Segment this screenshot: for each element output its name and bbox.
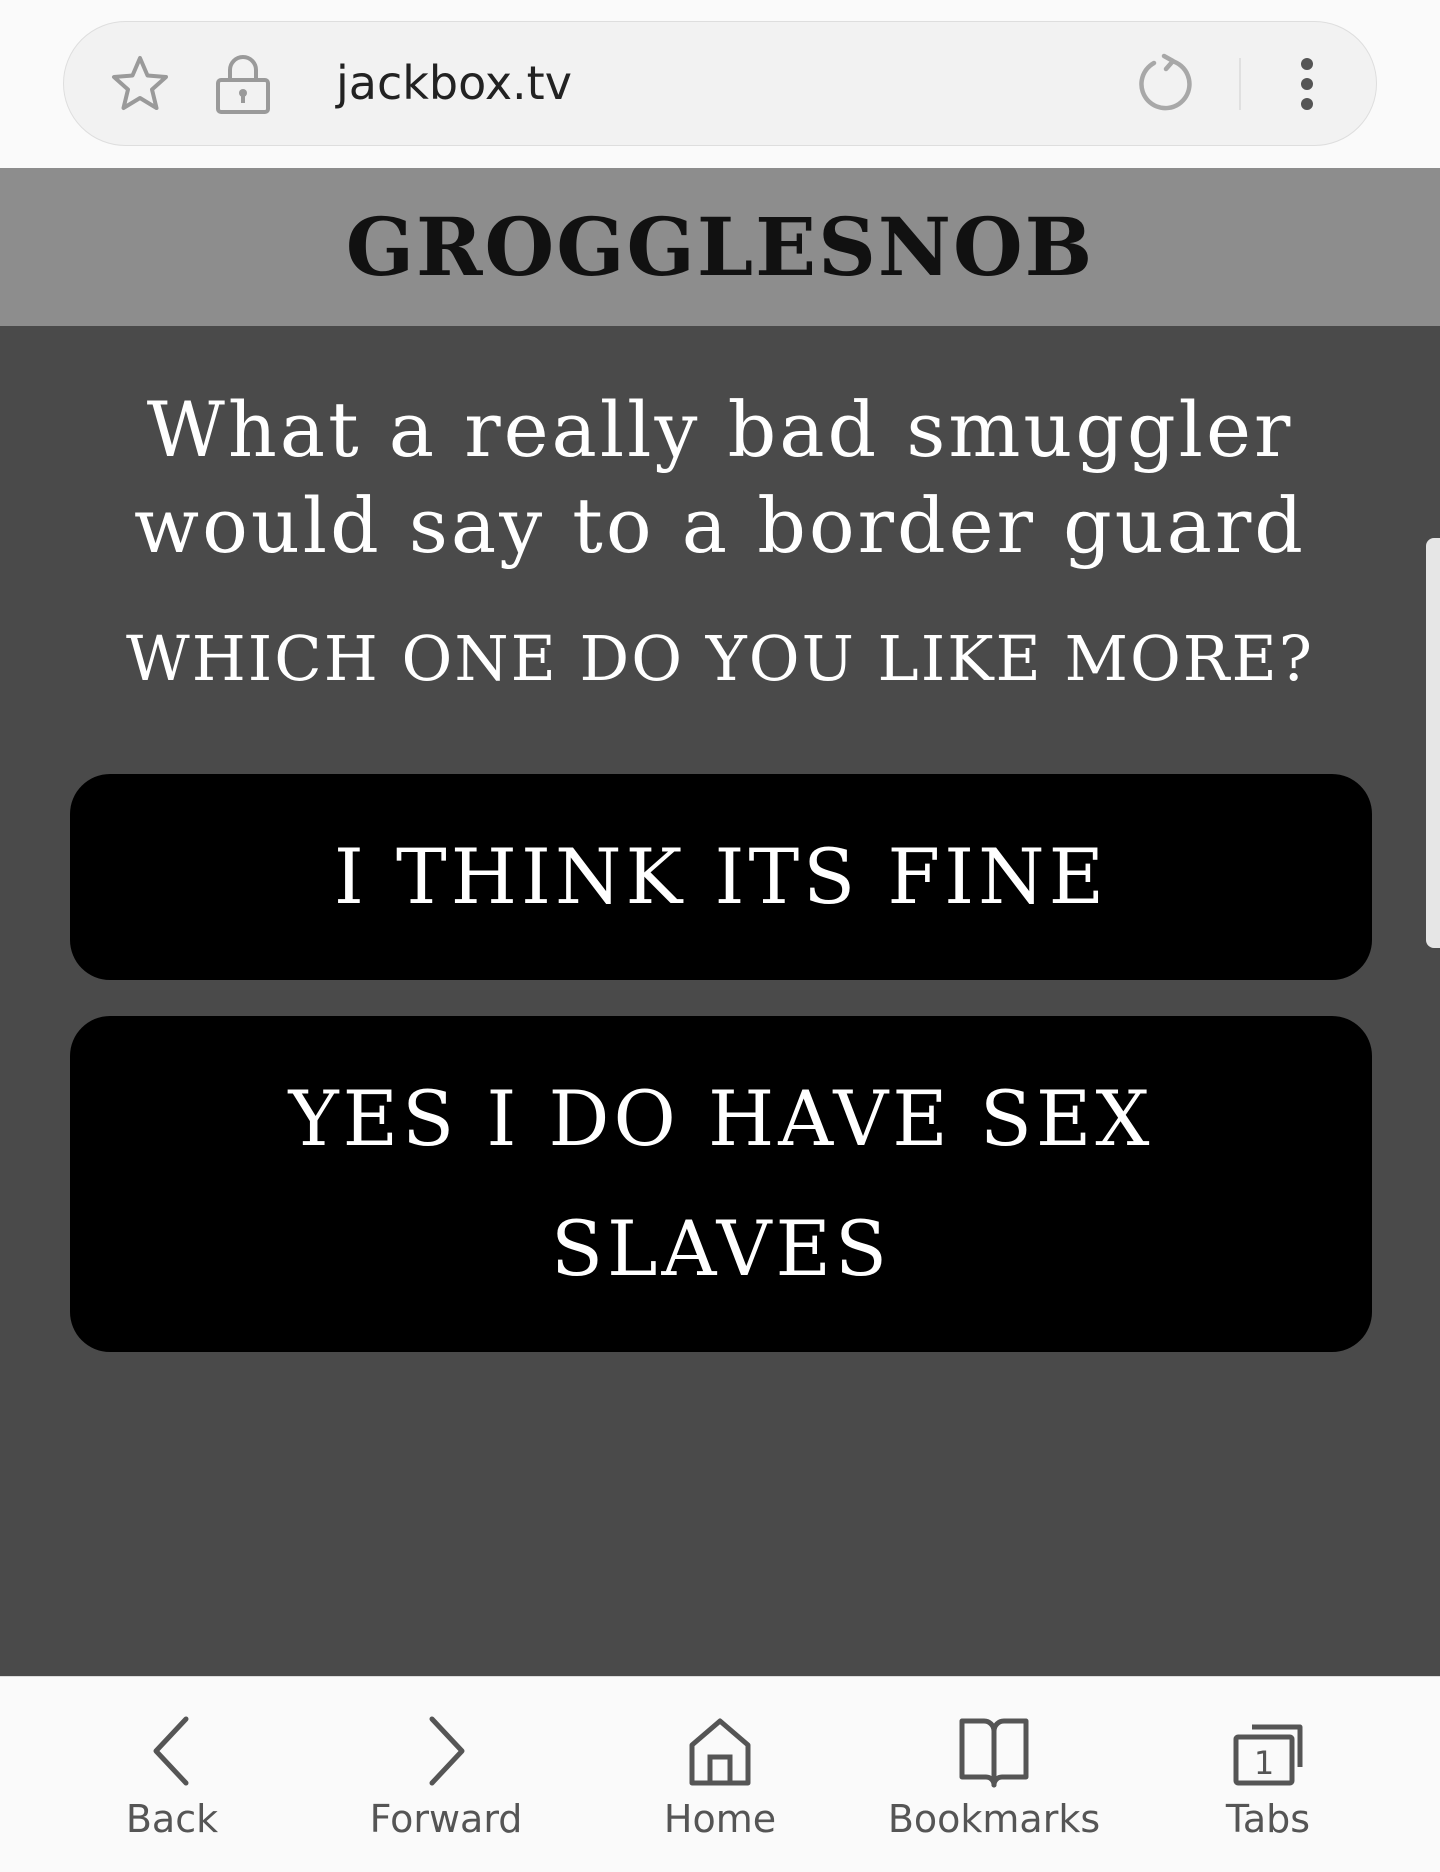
nav-home-button[interactable]: Home	[600, 1677, 840, 1872]
nav-tabs-label: Tabs	[1225, 1797, 1311, 1841]
address-bar[interactable]: jackbox.tv	[63, 21, 1377, 146]
game-content: What a really bad smuggler would say to …	[0, 326, 1440, 1676]
tabs-icon: 1	[1228, 1711, 1308, 1791]
home-icon	[680, 1711, 760, 1791]
bottom-nav: Back Forward Home Bookmarks 1 Tabs	[0, 1676, 1440, 1872]
star-icon[interactable]	[109, 53, 171, 115]
lock-icon[interactable]	[212, 52, 274, 116]
nav-bookmarks-label: Bookmarks	[887, 1797, 1101, 1841]
nav-forward-button[interactable]: Forward	[326, 1677, 566, 1872]
reload-icon[interactable]	[1134, 52, 1198, 116]
url-text[interactable]: jackbox.tv	[336, 52, 572, 114]
chevron-left-icon	[132, 1711, 212, 1791]
screen: jackbox.tv GROGGLESNOB What a really bad	[0, 0, 1440, 1872]
chevron-right-icon	[406, 1711, 486, 1791]
choice-label-1: I THINK ITS FINE	[333, 832, 1109, 921]
toolbar-divider	[1239, 58, 1241, 110]
choice-button-1[interactable]: I THINK ITS FINE	[70, 774, 1372, 980]
scroll-indicator[interactable]	[1426, 538, 1440, 948]
nav-tabs-button[interactable]: 1 Tabs	[1148, 1677, 1388, 1872]
book-icon	[954, 1711, 1034, 1791]
nav-home-label: Home	[663, 1797, 777, 1841]
tabs-count: 1	[1254, 1744, 1274, 1782]
choice-button-2[interactable]: YES I DO HAVE SEX SLAVES	[70, 1016, 1372, 1352]
nav-bookmarks-button[interactable]: Bookmarks	[874, 1677, 1114, 1872]
prompt-text: What a really bad smuggler would say to …	[134, 385, 1306, 570]
instruction-text: WHICH ONE DO YOU LIKE MORE?	[126, 622, 1314, 695]
choice-label-2: YES I DO HAVE SEX SLAVES	[288, 1074, 1154, 1293]
more-vertical-icon[interactable]	[1287, 52, 1327, 116]
nav-back-label: Back	[125, 1797, 219, 1841]
nav-back-button[interactable]: Back	[52, 1677, 292, 1872]
nav-forward-label: Forward	[369, 1797, 523, 1841]
player-header: GROGGLESNOB	[0, 168, 1440, 326]
player-name: GROGGLESNOB	[345, 200, 1095, 294]
browser-toolbar: jackbox.tv	[0, 0, 1440, 168]
